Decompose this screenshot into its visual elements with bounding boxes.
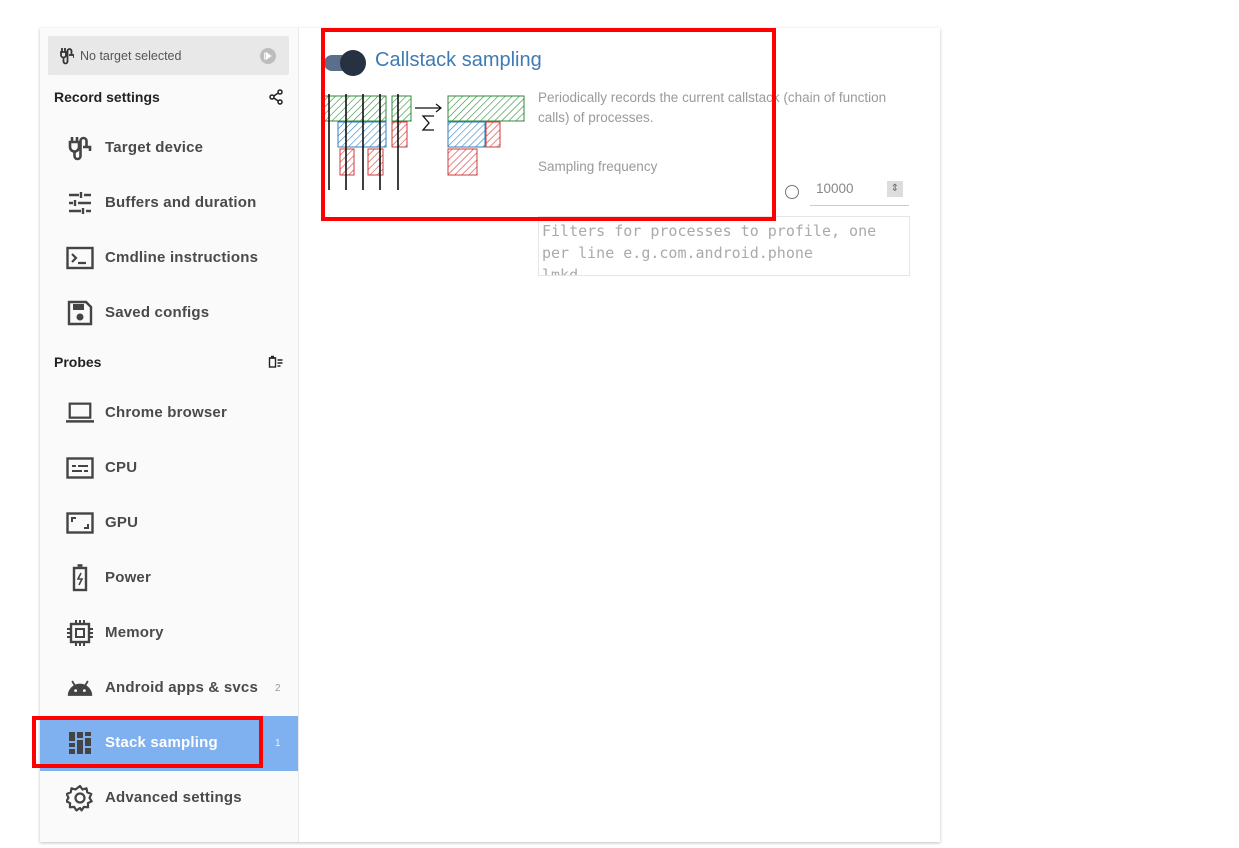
gpu-frame-icon bbox=[66, 509, 94, 537]
save-icon bbox=[66, 299, 94, 327]
probe-enable-toggle[interactable] bbox=[322, 50, 368, 76]
sampling-frequency-label: Sampling frequency bbox=[538, 159, 658, 174]
sampling-frequency-input[interactable]: 10000 ⇕ bbox=[810, 173, 909, 206]
clear-all-icon[interactable] bbox=[268, 354, 284, 370]
nav-label: GPU bbox=[105, 514, 139, 531]
sampling-frequency-radio[interactable] bbox=[785, 185, 799, 199]
nav-label: Target device bbox=[105, 139, 204, 156]
probes-title: Probes bbox=[54, 354, 102, 370]
nav-label: Memory bbox=[105, 624, 164, 641]
nav-label: Saved configs bbox=[105, 304, 210, 321]
nav-item-advanced-settings[interactable]: Advanced settings bbox=[40, 771, 298, 826]
nav-label: Cmdline instructions bbox=[105, 249, 259, 266]
nav-label: Chrome browser bbox=[105, 404, 227, 421]
nav-label: Power bbox=[105, 569, 152, 586]
share-icon[interactable] bbox=[268, 89, 284, 105]
cable-icon bbox=[60, 47, 74, 64]
record-page-panel: No target selected Record settings Targe… bbox=[40, 28, 940, 842]
nav-item-memory[interactable]: Memory bbox=[40, 606, 298, 661]
battery-icon bbox=[66, 564, 94, 592]
memory-chip-icon bbox=[66, 619, 94, 647]
nav-item-power[interactable]: Power bbox=[40, 551, 298, 606]
record-settings-heading: Record settings bbox=[54, 89, 284, 109]
record-settings-title: Record settings bbox=[54, 89, 160, 105]
nav-item-buffers-and-duration[interactable]: Buffers and duration bbox=[40, 176, 298, 231]
nav-label: Advanced settings bbox=[105, 789, 242, 806]
play-icon[interactable] bbox=[260, 48, 276, 64]
cable-icon bbox=[66, 134, 94, 162]
nav-count: 2 bbox=[275, 683, 281, 694]
nav-item-chrome-browser[interactable]: Chrome browser bbox=[40, 386, 298, 441]
target-selector[interactable]: No target selected bbox=[48, 36, 289, 75]
android-icon bbox=[66, 674, 94, 702]
nav-item-target-device[interactable]: Target device bbox=[40, 121, 298, 176]
probe-content: Callstack sampling Periodically records … bbox=[298, 28, 940, 842]
terminal-icon bbox=[66, 244, 94, 272]
nav-item-stack-sampling[interactable]: Stack sampling 1 bbox=[40, 716, 298, 771]
nav-label: Buffers and duration bbox=[105, 194, 257, 211]
sidebar: No target selected Record settings Targe… bbox=[40, 28, 299, 842]
cpu-subtitles-icon bbox=[66, 454, 94, 482]
sampling-frequency-value: 10000 bbox=[816, 181, 854, 196]
spinner-icon[interactable]: ⇕ bbox=[887, 181, 903, 197]
probes-heading: Probes bbox=[54, 354, 284, 374]
nav-item-gpu[interactable]: GPU bbox=[40, 496, 298, 551]
nav-count: 1 bbox=[275, 738, 281, 749]
callstack-flamegraph-illustration bbox=[323, 94, 525, 190]
process-filter-textarea[interactable]: Filters for processes to profile, one pe… bbox=[538, 216, 910, 276]
nav-label: Stack sampling bbox=[105, 734, 218, 751]
probe-description: Periodically records the current callsta… bbox=[538, 90, 887, 125]
nav-item-cpu[interactable]: CPU bbox=[40, 441, 298, 496]
nav-label: CPU bbox=[105, 459, 138, 476]
target-label: No target selected bbox=[80, 48, 182, 63]
sliders-icon bbox=[66, 189, 94, 217]
nav-label: Android apps & svcs bbox=[105, 679, 259, 696]
probe-title: Callstack sampling bbox=[375, 49, 542, 71]
laptop-icon bbox=[66, 399, 94, 427]
gear-icon bbox=[66, 784, 94, 812]
nav-item-cmdline-instructions[interactable]: Cmdline instructions bbox=[40, 231, 298, 286]
nav-item-android-apps[interactable]: Android apps & svcs 2 bbox=[40, 661, 298, 716]
stack-bars-icon bbox=[66, 729, 94, 757]
nav-item-saved-configs[interactable]: Saved configs bbox=[40, 286, 298, 341]
toggle-knob bbox=[340, 50, 366, 76]
